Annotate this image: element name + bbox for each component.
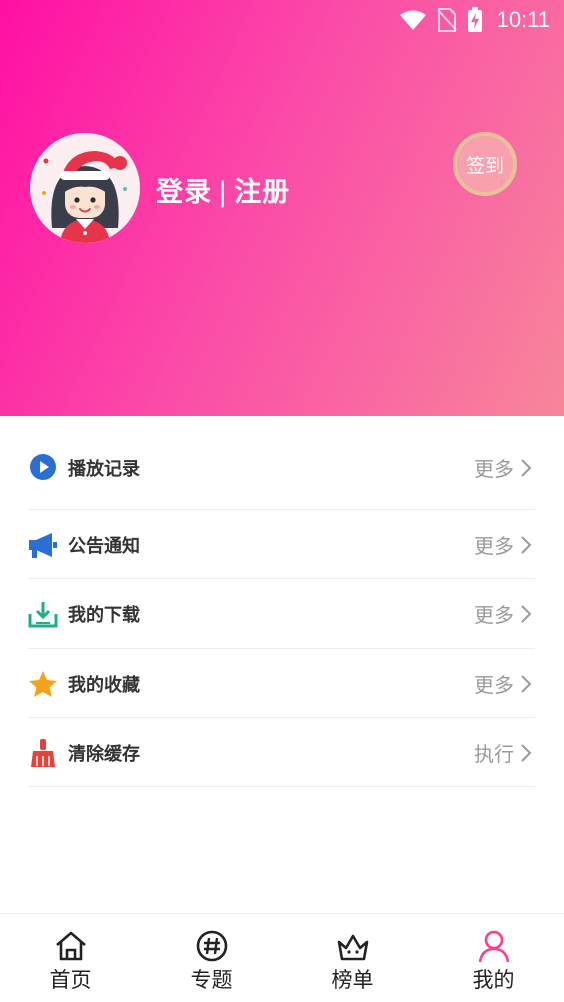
crown-icon — [337, 934, 368, 961]
battery-charging-icon — [467, 7, 482, 32]
menu-list: 播放记录 更多 公告通知 更多 我的下载 更多 我的收藏 更多 清除缓存 执行 — [28, 416, 535, 787]
tab-label: 我的 — [472, 968, 515, 992]
chevron-right-icon — [521, 674, 532, 693]
menu-item-clear-cache[interactable]: 清除缓存 执行 — [28, 718, 535, 787]
menu-item-play-history[interactable]: 播放记录 更多 — [28, 416, 535, 510]
menu-item-downloads[interactable]: 我的下载 更多 — [28, 579, 535, 649]
menu-item-action[interactable]: 更多 — [474, 453, 532, 482]
menu-item-label: 我的下载 — [68, 605, 140, 626]
menu-item-announcements[interactable]: 公告通知 更多 — [28, 510, 535, 579]
user-icon — [478, 930, 509, 963]
home-icon — [55, 931, 86, 961]
menu-item-label: 公告通知 — [68, 536, 140, 557]
menu-item-action[interactable]: 更多 — [474, 669, 532, 698]
tab-label: 首页 — [49, 968, 92, 992]
checkin-label: 签到 — [465, 154, 504, 177]
tab-rankings[interactable]: 榜单 — [282, 914, 423, 1002]
broom-icon — [28, 738, 58, 768]
profile-screen: 10:11 登录 | 注册 签到 播放记录 更多 公告通知 更多 我的下载 更多… — [0, 0, 564, 1002]
chevron-right-icon — [521, 458, 532, 477]
checkin-button[interactable]: 签到 — [453, 132, 517, 196]
status-time: 10:11 — [496, 7, 550, 32]
star-icon — [28, 669, 58, 699]
menu-item-favorites[interactable]: 我的收藏 更多 — [28, 649, 535, 718]
menu-item-label: 播放记录 — [68, 459, 140, 480]
chevron-right-icon — [521, 743, 532, 762]
menu-item-label: 清除缓存 — [68, 744, 140, 765]
no-sim-icon — [436, 8, 457, 32]
bottom-tab-bar: 首页 专题 榜单 我的 — [0, 913, 564, 1002]
chevron-right-icon — [521, 604, 532, 623]
login-label[interactable]: 登录 — [156, 177, 212, 208]
register-label[interactable]: 注册 — [234, 177, 290, 208]
status-bar: 10:11 — [0, 0, 564, 40]
menu-item-action[interactable]: 更多 — [474, 530, 532, 559]
tab-topics[interactable]: 专题 — [141, 914, 282, 1002]
login-separator: | — [218, 177, 229, 208]
tab-home[interactable]: 首页 — [0, 914, 141, 1002]
menu-item-label: 我的收藏 — [68, 675, 140, 696]
profile-header: 10:11 登录 | 注册 签到 — [0, 0, 564, 416]
status-icons: 10:11 — [399, 6, 550, 34]
play-circle-icon — [28, 452, 58, 482]
tab-mine[interactable]: 我的 — [423, 914, 564, 1002]
menu-item-action[interactable]: 执行 — [474, 738, 532, 767]
avatar[interactable] — [30, 133, 140, 243]
menu-item-action[interactable]: 更多 — [474, 599, 532, 628]
wifi-icon — [399, 10, 426, 30]
tab-label: 专题 — [190, 968, 233, 992]
download-tray-icon — [28, 599, 58, 629]
tab-label: 榜单 — [331, 968, 374, 992]
login-register-link[interactable]: 登录 | 注册 — [156, 170, 290, 209]
hashtag-icon — [196, 930, 227, 962]
megaphone-icon — [28, 530, 58, 560]
avatar-girl-illustration — [30, 133, 140, 243]
chevron-right-icon — [521, 535, 532, 554]
